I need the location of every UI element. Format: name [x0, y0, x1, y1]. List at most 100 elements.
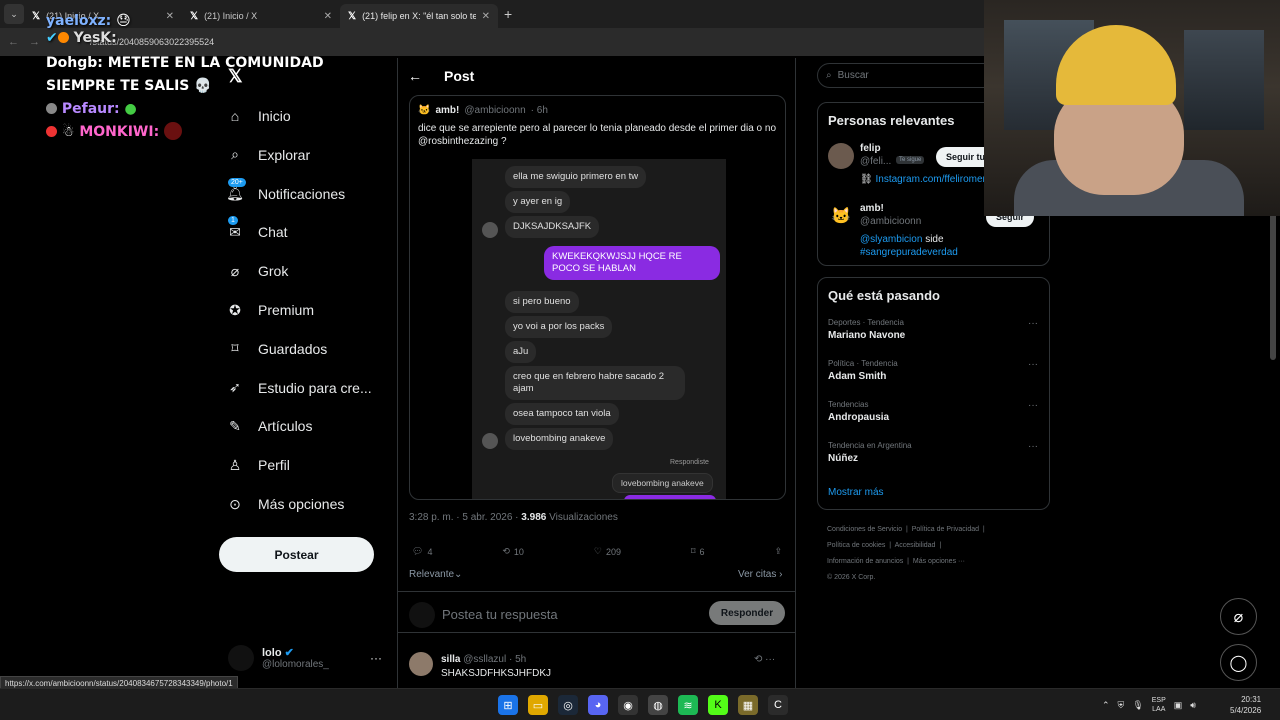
shield-icon[interactable]: ⛨ [1118, 700, 1125, 711]
sidebar-item-label: Premium [258, 302, 315, 318]
system-tray: ⌃ ⛨ 🎙︎ ESP LAA ▣ 🔊︎ [1102, 696, 1196, 714]
sidebar-item-artículos[interactable]: ✎ Artículos [226, 417, 312, 435]
trend-item[interactable]: Tendencia en Argentina Núñez ··· [828, 441, 1038, 464]
reply-post-text: SHAKSJDFHKSJHFDKJ [441, 668, 552, 679]
author-name[interactable]: amb! [435, 105, 459, 116]
emote-icon: 😓 [116, 13, 131, 29]
sidebar-item-estudio[interactable]: ➶ Estudio para cre... [226, 379, 372, 397]
sidebar-item-label: Notificaciones [258, 185, 346, 202]
volume-icon[interactable]: 🔊︎ [1190, 700, 1196, 711]
clock[interactable]: 20:31 5/4/2026 [1230, 694, 1261, 716]
sidebar-item-premium[interactable]: ✪ Premium [226, 301, 314, 319]
account-switcher[interactable]: lolo ✔ @lolomorales_ ··· [228, 645, 382, 671]
footer-link[interactable]: Condiciones de Servicio [827, 526, 902, 533]
reply-submit-button[interactable]: Responder [709, 601, 785, 625]
close-icon[interactable]: ✕ [482, 11, 490, 22]
footer-link[interactable]: Accesibilidad [895, 542, 936, 549]
view-quotes-link[interactable]: Ver citas › [738, 569, 782, 580]
sidebar-item-grok[interactable]: ⌀ Grok [226, 262, 289, 280]
chat-user: Pefaur: [61, 101, 120, 117]
trend-item[interactable]: Tendencias Andropausia ··· [828, 400, 1038, 423]
discord-icon[interactable]: ◕ [588, 695, 608, 715]
show-more-link[interactable]: Mostrar más [828, 487, 884, 498]
message-bubble: ella me swiguio primero en tw [505, 166, 647, 188]
grok-icon: ⌀ [1233, 608, 1244, 626]
start-icon[interactable]: ⊞ [498, 695, 518, 715]
sent-message-bubble: KWEKEKQKWJSJJ HQCE RE POCO SE HABLAN [544, 246, 720, 280]
microphone-icon[interactable]: 🎙︎ [1132, 700, 1143, 711]
card-title: Personas relevantes [828, 113, 955, 128]
footer-link[interactable]: Más opciones ··· [913, 558, 965, 565]
more-icon[interactable]: ··· [1028, 359, 1038, 370]
steam-icon[interactable]: ◎ [558, 695, 578, 715]
trend-item[interactable]: Deportes · Tendencia Mariano Navone ··· [828, 318, 1038, 341]
sidebar-item-label: Chat [258, 224, 288, 241]
bookmark-button[interactable]: ⌑ 6 [691, 546, 705, 557]
sidebar-item-explorar[interactable]: ⌕ Explorar [226, 146, 310, 164]
search-icon: ⌕ [826, 70, 832, 81]
spotify-icon[interactable]: ≋ [678, 695, 698, 715]
back-arrow-icon[interactable]: ← [8, 36, 19, 48]
post-button[interactable]: Postear [219, 537, 374, 572]
search-icon: ⌕ [231, 146, 239, 163]
quoted-post[interactable]: 🐱 amb! @ambicioonn · 6h dice que se arre… [409, 95, 786, 500]
reply-button[interactable]: 💬︎ 4 [412, 546, 432, 557]
avatar [482, 222, 498, 238]
sidebar-item-label: Explorar [258, 146, 311, 163]
cat-avatar-icon: 🐱 [828, 203, 854, 229]
back-arrow-icon[interactable]: ← [408, 68, 422, 84]
chat-line: Pefaur: ● [46, 98, 366, 121]
more-icon: ⊙ [229, 495, 241, 512]
message-bubble: DJKSAJDKSAJFK [505, 216, 600, 238]
tab-list-button[interactable]: ⌄ [4, 4, 24, 24]
author-handle[interactable]: @ambicioonn [464, 105, 525, 116]
chevron-up-icon[interactable]: ⌃ [1102, 700, 1110, 711]
chat-user: YesK: [73, 30, 117, 46]
grok-floating-button[interactable]: ⌀ [1220, 598, 1257, 635]
chat-user: Dohgb: [46, 55, 103, 71]
chrome-icon[interactable]: ◍ [648, 695, 668, 715]
reply-post-header: silla @ssllazul · 5h [441, 654, 527, 665]
share-icon: ⇪ [774, 546, 782, 556]
messages-floating-button[interactable]: ◯ [1220, 644, 1257, 681]
message-bubble: aJu [505, 341, 537, 363]
cat-avatar-icon: 🐱 [418, 105, 431, 116]
sidebar-item-notificaciones[interactable]: 🔔︎ 20+ Notificaciones [226, 177, 346, 203]
share-button[interactable]: ⇪ [774, 546, 782, 557]
more-icon[interactable]: ··· [1028, 400, 1038, 411]
forward-arrow-icon[interactable]: → [29, 36, 40, 48]
avatar [409, 602, 435, 628]
chat-screenshot-image[interactable]: ella me swiguio primero en tw y ayer en … [472, 159, 726, 499]
sort-dropdown[interactable]: Relevante⌄ [409, 569, 462, 580]
sidebar-item-perfil[interactable]: ♙ Perfil [226, 456, 290, 474]
more-icon[interactable]: ⟲ ··· [754, 654, 775, 665]
more-icon[interactable]: ··· [1028, 318, 1038, 329]
trend-item[interactable]: Política · Tendencia Adam Smith ··· [828, 359, 1038, 382]
kick-icon[interactable]: K [708, 695, 728, 715]
tab-title: (21) felip en X: "él tan solo tenía [362, 11, 476, 21]
footer-link[interactable]: Información de anuncios [827, 558, 903, 565]
reply-input[interactable]: Postea tu respuesta [442, 607, 558, 622]
more-icon[interactable]: ··· [370, 651, 382, 665]
repost-button[interactable]: ⟲ 10 [502, 546, 524, 557]
ccleaner-icon[interactable]: C [768, 695, 788, 715]
sidebar-item-chat[interactable]: ✉ 1 Chat [226, 216, 288, 241]
game-icon[interactable]: ▦ [738, 695, 758, 715]
x-logo-icon: 𝕏 [32, 10, 41, 22]
language-indicator[interactable]: ESP LAA [1152, 696, 1166, 714]
reply-bubble: lovebombing anakeve [612, 473, 713, 493]
sidebar-item-más[interactable]: ⊙ Más opciones [226, 495, 344, 513]
more-icon[interactable]: ··· [1028, 441, 1038, 452]
network-icon[interactable]: ▣ [1174, 700, 1183, 711]
person-handle: @feli... [860, 156, 892, 167]
webcam-overlay [984, 0, 1280, 216]
like-button[interactable]: ♡ 209 [594, 546, 621, 557]
sidebar-item-guardados[interactable]: ⌑ Guardados [226, 340, 327, 358]
footer-link[interactable]: Política de cookies [827, 542, 885, 549]
account-name: lolo ✔ [262, 647, 294, 659]
obs-icon[interactable]: ◉ [618, 695, 638, 715]
footer-link[interactable]: Política de Privacidad [912, 526, 979, 533]
new-tab-icon[interactable]: + [504, 6, 512, 22]
emote-icon [164, 122, 183, 140]
file-explorer-icon[interactable]: ▭ [528, 695, 548, 715]
